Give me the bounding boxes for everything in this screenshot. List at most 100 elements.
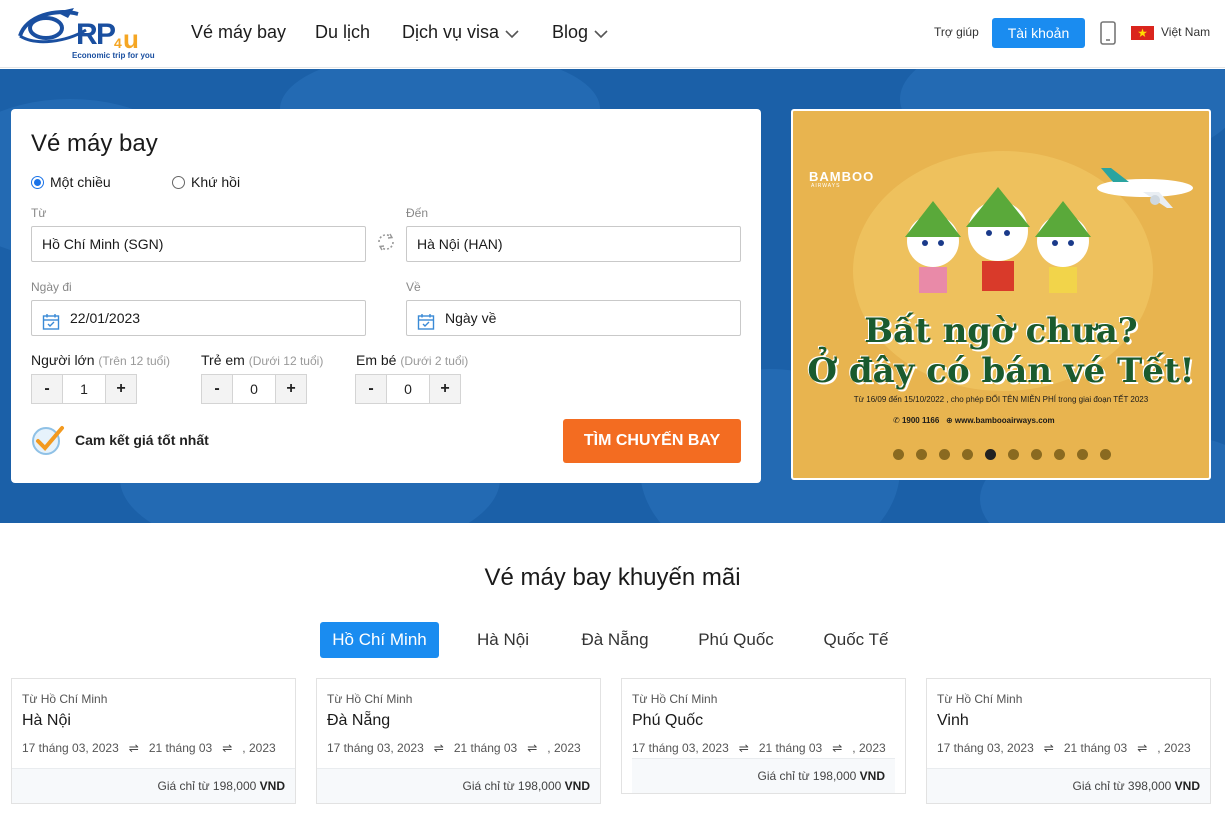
nav-visa[interactable]: Dịch vụ visa	[402, 22, 519, 44]
swap-arrows-icon: ⇌	[1137, 741, 1148, 755]
logo-slogan: Economic trip for you	[72, 51, 155, 60]
mascot-illustration	[903, 181, 1093, 311]
card-price: Giá chỉ từ 398,000 VND	[927, 768, 1210, 803]
adult-plus-button[interactable]: +	[106, 375, 136, 403]
card-dates: 17 tháng 03, 2023 ⇌ 21 tháng 03 ⇌ , 2023	[632, 741, 886, 755]
language-selector[interactable]: Việt Nam	[1161, 25, 1210, 39]
return-date-input[interactable]: Ngày về	[406, 300, 741, 336]
banner-note: Từ 16/09 đến 15/10/2022 , cho phép ĐỔI T…	[853, 395, 1149, 404]
chevron-down-icon	[594, 23, 608, 44]
promo-card[interactable]: Từ Hồ Chí Minh Vinh 17 tháng 03, 2023 ⇌ 21…	[926, 678, 1211, 804]
bamboo-brand: BAMBOO	[809, 169, 875, 184]
tab-quoc-te[interactable]: Quốc Tế	[812, 622, 900, 658]
from-label: Từ	[31, 206, 47, 220]
child-plus-button[interactable]: +	[276, 375, 306, 403]
child-count[interactable]: 0	[232, 375, 276, 403]
tab-ha-noi[interactable]: Hà Nội	[463, 622, 543, 658]
carousel-dot[interactable]	[1008, 449, 1019, 460]
one-way-radio[interactable]: Một chiều	[31, 174, 111, 190]
promo-banner[interactable]: BAMBOO AIRWAYS Bất ngờ chưa? Ở đây có bá…	[791, 109, 1211, 480]
card-price: Giá chỉ từ 198,000 VND	[12, 768, 295, 803]
swap-icon[interactable]	[375, 231, 397, 253]
card-destination: Đà Nẵng	[327, 712, 391, 729]
adult-label-text: Người lớn	[31, 352, 95, 368]
promo-card[interactable]: Từ Hồ Chí Minh Phú Quốc 17 tháng 03, 202…	[621, 678, 906, 794]
help-link[interactable]: Trợ giúp	[934, 25, 979, 39]
promo-card[interactable]: Từ Hồ Chí Minh Đà Nẵng 17 tháng 03, 2023…	[316, 678, 601, 804]
svg-text:P: P	[96, 18, 116, 51]
airplane-illustration	[1093, 166, 1199, 216]
carousel-dot[interactable]	[1054, 449, 1065, 460]
carousel-dot[interactable]	[893, 449, 904, 460]
carousel-dot[interactable]	[1100, 449, 1111, 460]
child-stepper: - 0 +	[201, 374, 307, 404]
mobile-app-icon[interactable]	[1099, 21, 1117, 45]
best-price-commitment: Cam kết giá tốt nhất	[75, 432, 209, 448]
return-label: Về	[406, 280, 421, 294]
banner-headline-1: Bất ngờ chưa?	[864, 311, 1138, 351]
one-way-label: Một chiều	[50, 174, 111, 190]
calendar-icon	[417, 309, 435, 330]
carousel-dot[interactable]	[916, 449, 927, 460]
infant-minus-button[interactable]: -	[356, 375, 386, 403]
card-currency: VND	[859, 769, 885, 783]
to-input[interactable]: Hà Nội (HAN)	[406, 226, 741, 262]
vietnam-flag-icon[interactable]	[1131, 26, 1154, 40]
card-origin: Từ Hồ Chí Minh	[937, 692, 1023, 706]
card-date-depart: 17 tháng 03, 2023	[327, 741, 424, 755]
infant-sub: (Dưới 2 tuổi)	[400, 354, 469, 368]
globe-icon: ⊕	[945, 416, 953, 425]
infant-label: Em bé (Dưới 2 tuổi)	[356, 352, 468, 368]
return-date-placeholder: Ngày về	[445, 310, 497, 326]
infant-plus-button[interactable]: +	[430, 375, 460, 403]
card-destination: Hà Nội	[22, 712, 71, 729]
account-button[interactable]: Tài khoản	[992, 18, 1085, 48]
nav-visa-label: Dịch vụ visa	[402, 22, 500, 42]
infant-count[interactable]: 0	[386, 375, 430, 403]
adult-count[interactable]: 1	[62, 375, 106, 403]
carousel-dot-active[interactable]	[985, 449, 996, 460]
adult-minus-button[interactable]: -	[32, 375, 62, 403]
adult-sub: (Trên 12 tuổi)	[98, 354, 171, 368]
radio-selected-icon	[31, 175, 44, 189]
swap-arrows-icon: ⇌	[832, 741, 843, 755]
carousel-dot[interactable]	[962, 449, 973, 460]
infant-stepper: - 0 +	[355, 374, 461, 404]
swap-arrows-icon: ⇌	[433, 741, 444, 755]
swap-arrows-icon: ⇌	[222, 741, 233, 755]
promo-section-title: Vé máy bay khuyến mãi	[484, 564, 741, 591]
carousel-dot[interactable]	[1031, 449, 1042, 460]
nav-tours[interactable]: Du lịch	[315, 22, 370, 43]
child-sub: (Dưới 12 tuổi)	[248, 354, 324, 368]
tab-ho-chi-minh[interactable]: Hồ Chí Minh	[320, 622, 439, 658]
flight-search-card: Vé máy bay Một chiều Khứ hồi Từ Hồ Chí M…	[11, 109, 761, 483]
nav-blog[interactable]: Blog	[552, 22, 608, 44]
round-trip-radio[interactable]: Khứ hồi	[172, 174, 240, 190]
swap-arrows-icon: ⇌	[128, 741, 139, 755]
card-price: Giá chỉ từ 198,000 VND	[632, 758, 895, 793]
banner-contact: ✆ 1900 1166 ⊕ www.bambooairways.com	[893, 416, 1055, 425]
depart-date-input[interactable]: 22/01/2023	[31, 300, 366, 336]
card-date-return: 21 tháng 03	[453, 741, 518, 755]
svg-text:u: u	[123, 24, 139, 54]
tab-da-nang[interactable]: Đà Nẵng	[570, 622, 660, 658]
nav-flights[interactable]: Vé máy bay	[191, 22, 286, 43]
card-price-text: Giá chỉ từ 198,000	[462, 779, 562, 793]
carousel-dot[interactable]	[1077, 449, 1088, 460]
card-date-return: 21 tháng 03	[758, 741, 823, 755]
search-flights-button[interactable]: TÌM CHUYẾN BAY	[563, 419, 741, 463]
tab-phu-quoc[interactable]: Phú Quốc	[690, 622, 782, 658]
site-logo[interactable]: R P 4 u Economic trip for you	[16, 6, 156, 62]
svg-text:4: 4	[114, 35, 122, 51]
promo-card[interactable]: Từ Hồ Chí Minh Hà Nội 17 tháng 03, 2023 ⇌…	[11, 678, 296, 804]
child-minus-button[interactable]: -	[202, 375, 232, 403]
banner-phone: 1900 1166	[901, 416, 940, 425]
card-currency: VND	[259, 779, 285, 793]
card-origin: Từ Hồ Chí Minh	[22, 692, 108, 706]
card-origin: Từ Hồ Chí Minh	[327, 692, 413, 706]
infant-label-text: Em bé	[356, 352, 397, 368]
card-date-year: , 2023	[242, 741, 276, 755]
card-currency: VND	[564, 779, 590, 793]
from-input[interactable]: Hồ Chí Minh (SGN)	[31, 226, 366, 262]
carousel-dot[interactable]	[939, 449, 950, 460]
